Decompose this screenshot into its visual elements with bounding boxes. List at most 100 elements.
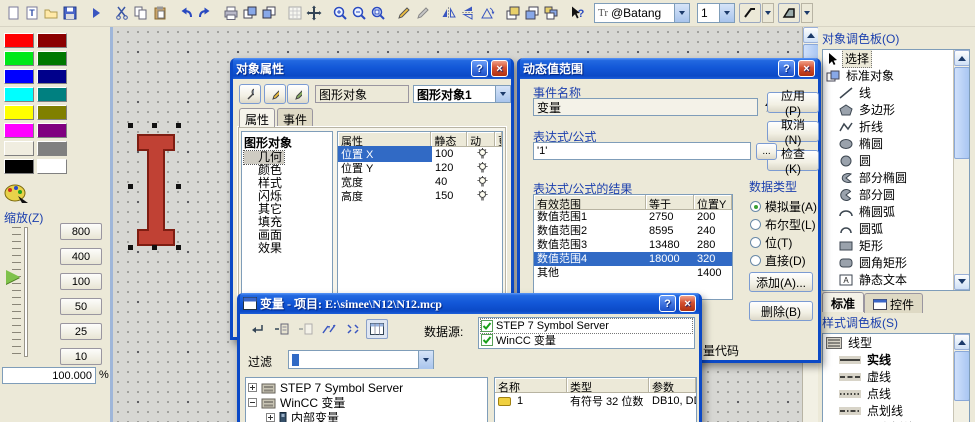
dynamic-bulb-icon[interactable]	[468, 148, 496, 160]
filter-combo[interactable]	[288, 350, 434, 369]
tree-item[interactable]: 颜色	[244, 164, 330, 177]
print-icon[interactable]	[222, 3, 240, 23]
style-item-dashed[interactable]: 虚线	[823, 368, 969, 385]
expand-plus-icon[interactable]	[266, 413, 275, 422]
style-item-solid[interactable]: 实线	[823, 351, 969, 368]
radio-analog[interactable]: 模拟量(A)	[750, 198, 817, 215]
color-swatch[interactable]	[4, 87, 34, 102]
flip-vertical-icon[interactable]	[440, 3, 458, 23]
layer-back-icon[interactable]	[523, 3, 541, 23]
checked-checkbox-icon[interactable]	[481, 320, 493, 332]
zoom-preset-button[interactable]: 10	[60, 348, 102, 365]
style-item-dotted[interactable]: 点线	[823, 385, 969, 402]
property-row[interactable]: 高度 150	[338, 189, 502, 203]
dynamic-range-titlebar[interactable]: 动态值范围 ? ×	[520, 58, 818, 79]
palette-item-circle[interactable]: 圆	[823, 152, 969, 169]
color-swatch[interactable]	[4, 69, 34, 84]
undo-icon[interactable]	[177, 3, 195, 23]
details-view-icon[interactable]	[366, 319, 388, 339]
fill-style-picker[interactable]	[778, 3, 813, 23]
pen-dynamic-icon[interactable]	[395, 3, 413, 23]
zoom-slider[interactable]	[24, 227, 28, 357]
i-beam-shape[interactable]	[137, 134, 175, 246]
line-style-dropdown-arrow[interactable]	[762, 3, 774, 23]
property-row[interactable]: 位置 Y 120	[338, 161, 502, 175]
property-row[interactable]: 位置 X 100	[338, 146, 502, 162]
filter-dropdown-arrow[interactable]	[418, 350, 433, 369]
font-size-dropdown-arrow[interactable]	[719, 4, 734, 22]
cancel-button[interactable]: 取消(N)	[767, 118, 819, 147]
scroll-up-icon[interactable]	[954, 334, 969, 350]
fill-style-dropdown-arrow[interactable]	[801, 3, 813, 23]
open-icon[interactable]	[42, 3, 60, 23]
style-item-dash-dot[interactable]: 点划线	[823, 402, 969, 419]
tree-node-wincc-tags[interactable]: WinCC 变量	[248, 395, 485, 410]
tab-events[interactable]: 事件	[277, 108, 313, 127]
tree-item[interactable]: 样式	[244, 177, 330, 190]
scroll-up-icon[interactable]	[803, 27, 819, 43]
cut-icon[interactable]	[113, 3, 131, 23]
selection-handle[interactable]	[176, 123, 181, 128]
color-swatch[interactable]	[37, 87, 67, 102]
zoom-window-icon[interactable]	[369, 3, 387, 23]
zoom-slider-thumb[interactable]	[6, 270, 20, 284]
help-button[interactable]: ?	[659, 295, 676, 312]
expand-all-icon[interactable]	[294, 319, 316, 339]
expression-field[interactable]: '1'	[533, 142, 751, 160]
selection-handle[interactable]	[128, 184, 133, 189]
radio-boolean[interactable]: 布尔型(L)	[750, 216, 816, 233]
tree-item[interactable]: 闪烁	[244, 190, 330, 203]
tag-row[interactable]: 1 有符号 32 位数 DB10, DD6	[495, 393, 696, 409]
color-swatch[interactable]	[4, 123, 34, 138]
selection-handle[interactable]	[152, 245, 157, 250]
add-range-button[interactable]: 添加(A)...	[749, 272, 813, 292]
expand-plus-icon[interactable]	[248, 383, 257, 392]
save-icon[interactable]	[61, 3, 79, 23]
color-swatch[interactable]	[37, 141, 67, 156]
paste-icon[interactable]	[151, 3, 169, 23]
color-swatch[interactable]	[37, 69, 67, 84]
tab-controls[interactable]: 控件	[864, 293, 924, 313]
value-range-row[interactable]: 数值范围2 8595 240	[534, 224, 732, 238]
value-range-row[interactable]: 其他 1400	[534, 266, 732, 280]
redo-icon[interactable]	[196, 3, 214, 23]
tree-root[interactable]: 图形对象	[244, 134, 330, 151]
dynamic-bulb-icon[interactable]	[468, 190, 496, 202]
dynamic-bulb-icon[interactable]	[468, 176, 496, 188]
color-swatch[interactable]	[4, 105, 34, 120]
tags-titlebar[interactable]: 变量 - 项目: E:\simee\N12\N12.mcp ? ×	[240, 293, 699, 314]
palette-item-pie-circle[interactable]: 部分圆	[823, 186, 969, 203]
scrollbar-thumb[interactable]	[954, 351, 969, 401]
palette-group-standard-objects[interactable]: 标准对象	[823, 67, 969, 84]
collapse-minus-icon[interactable]	[248, 398, 257, 407]
event-name-field[interactable]: 变量	[533, 98, 758, 116]
flip-horizontal-icon[interactable]	[459, 3, 477, 23]
color-swatch[interactable]	[4, 141, 34, 156]
tree-node-step7[interactable]: STEP 7 Symbol Server	[248, 380, 485, 395]
help-button[interactable]: ?	[778, 60, 795, 77]
play-icon[interactable]	[87, 3, 105, 23]
palette-icon[interactable]	[4, 183, 28, 206]
color-swatch[interactable]	[4, 159, 34, 174]
scroll-down-icon[interactable]	[954, 274, 969, 290]
scrollbar-thumb[interactable]	[954, 67, 969, 159]
selection-handle[interactable]	[176, 184, 181, 189]
color-swatch[interactable]	[4, 33, 34, 48]
datasource-step7[interactable]: STEP 7 Symbol Server	[480, 318, 693, 334]
color-swatch[interactable]	[37, 123, 67, 138]
palette-item-polyline[interactable]: 折线	[823, 118, 969, 135]
line-style-icon[interactable]	[739, 3, 761, 23]
object-name-dropdown-arrow[interactable]	[495, 86, 510, 102]
close-button[interactable]: ×	[798, 60, 815, 77]
browse-expression-button[interactable]: ...	[756, 143, 777, 160]
layer-order-icon[interactable]	[542, 3, 560, 23]
tree-node-internal-tags[interactable]: 内部变量	[248, 410, 485, 422]
palette-item-ellipse[interactable]: 椭圆	[823, 135, 969, 152]
move-icon[interactable]	[305, 3, 323, 23]
help-button[interactable]: ?	[471, 60, 488, 77]
style-palette-scrollbar[interactable]	[953, 334, 969, 422]
zoom-preset-button[interactable]: 25	[60, 323, 102, 340]
zoom-out-icon[interactable]	[350, 3, 368, 23]
zoom-preset-button[interactable]: 50	[60, 298, 102, 315]
pin-button[interactable]	[239, 84, 261, 104]
